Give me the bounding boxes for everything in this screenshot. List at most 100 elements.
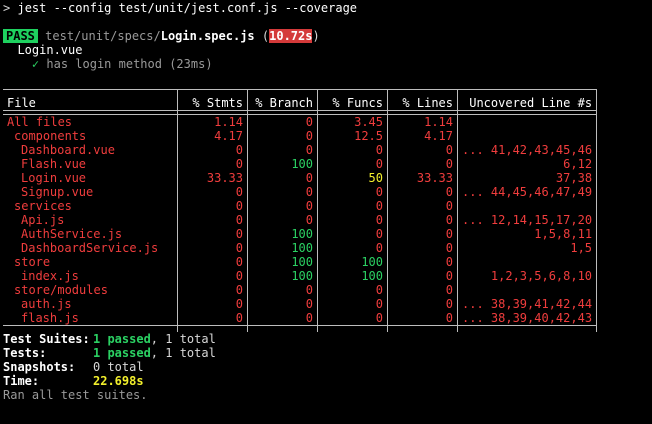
table-row: components 4.17 0 12.5 4.17 [3, 129, 598, 143]
prompt-symbol: > [3, 1, 11, 15]
cell-lines: 0 [387, 297, 458, 311]
suites-passed: 1 passed [93, 332, 151, 346]
cell-branch: 0 [247, 283, 318, 297]
cell-funcs: 0 [317, 311, 388, 326]
cell-uncovered: 6,12 [456, 157, 598, 171]
cell-file: store/modules [14, 283, 108, 297]
cell-stmts: 0 [177, 283, 248, 297]
cell-funcs: 0 [317, 213, 388, 227]
cell-branch: 100 [247, 227, 318, 241]
summary-tests: Tests: 1 passed, 1 total [3, 346, 652, 360]
cell-stmts: 0 [177, 297, 248, 311]
cell-file: auth.js [21, 297, 72, 311]
cell-stmts: 0 [177, 185, 248, 199]
suites-label: Test Suites: [3, 332, 90, 346]
cell-branch: 0 [247, 129, 318, 143]
suite-name: Login.vue [17, 43, 83, 57]
cell-lines: 0 [387, 255, 458, 269]
cell-stmts: 0 [177, 311, 248, 326]
header-funcs: % Funcs [317, 96, 388, 111]
cell-funcs: 3.45 [317, 114, 388, 129]
cell-branch: 0 [247, 114, 318, 129]
cell-funcs: 0 [317, 227, 388, 241]
cell-lines: 0 [387, 157, 458, 171]
table-row: store/modules 0 0 0 0 [3, 283, 598, 297]
cell-file: Dashboard.vue [21, 143, 115, 157]
table-row: Dashboard.vue 0 0 0 0... 41,42,43,45,46 [3, 143, 598, 157]
cell-funcs: 0 [317, 199, 388, 213]
table-row: Flash.vue 0 100 0 0 6,12 [3, 157, 598, 171]
cell-stmts: 0 [177, 227, 248, 241]
cell-lines: 0 [387, 283, 458, 297]
cell-funcs: 0 [317, 185, 388, 199]
cell-uncovered [456, 255, 598, 269]
cell-lines: 0 [387, 241, 458, 255]
cell-uncovered [456, 283, 598, 297]
cell-uncovered: 1,5 [456, 241, 598, 255]
table-row: services 0 0 0 0 [3, 199, 598, 213]
cell-uncovered [456, 129, 598, 143]
header-lines: % Lines [387, 96, 458, 111]
cell-branch: 100 [247, 241, 318, 255]
cell-branch: 100 [247, 269, 318, 283]
table-row: flash.js 0 0 0 0... 38,39,40,42,43 [3, 311, 598, 326]
table-row: Login.vue 33.33 0 50 33.33 37,38 [3, 171, 598, 185]
table-row: store 0 100 100 0 [3, 255, 598, 269]
snapshots-value: 0 total [93, 360, 144, 374]
header-branch: % Branch [247, 96, 318, 111]
cell-funcs: 50 [317, 171, 388, 185]
cell-funcs: 0 [317, 297, 388, 311]
cell-branch: 100 [247, 255, 318, 269]
cell-file: components [14, 129, 87, 143]
cell-lines: 0 [387, 227, 458, 241]
cell-file: services [14, 199, 72, 213]
summary-footer: Ran all test suites. [3, 388, 148, 402]
cell-stmts: 0 [177, 213, 248, 227]
cell-stmts: 1.14 [177, 114, 248, 129]
time-label: Time: [3, 374, 40, 388]
terminal-window[interactable]: > jest --config test/unit/jest.conf.js -… [0, 0, 652, 424]
cell-stmts: 0 [177, 143, 248, 157]
coverage-table: File % Stmts % Branch % Funcs % Lines Un… [3, 89, 598, 332]
cell-funcs: 0 [317, 143, 388, 157]
cell-lines: 4.17 [387, 129, 458, 143]
suite-line: Login.vue [3, 43, 652, 57]
cell-funcs: 0 [317, 157, 388, 171]
cell-uncovered: 1,2,3,5,6,8,10 [456, 269, 598, 283]
cell-lines: 1.14 [387, 114, 458, 129]
table-row: index.js 0 100 100 0 1,2,3,5,6,8,10 [3, 269, 598, 283]
snapshots-label: Snapshots: [3, 360, 76, 374]
cell-uncovered: 1,5,8,11 [456, 227, 598, 241]
summary-block: Test Suites: 1 passed, 1 total Tests: 1 pa… [3, 332, 652, 402]
cell-file: All files [7, 115, 73, 129]
cell-uncovered: 37,38 [456, 171, 598, 185]
cell-branch: 0 [247, 185, 318, 199]
spec-dir: test/unit/specs/ [45, 29, 161, 43]
cell-file: flash.js [21, 311, 79, 325]
tests-total: , 1 total [150, 346, 216, 360]
cell-uncovered [456, 114, 598, 129]
table-row: auth.js 0 0 0 0... 38,39,41,42,44 [3, 297, 598, 311]
summary-time: Time: 22.698s [3, 374, 652, 388]
cell-stmts: 0 [177, 199, 248, 213]
cell-lines: 33.33 [387, 171, 458, 185]
cell-branch: 100 [247, 157, 318, 171]
table-row: DashboardService.js 0 100 0 0 1,5 [3, 241, 598, 255]
cell-branch: 0 [247, 143, 318, 157]
command-line: > jest --config test/unit/jest.conf.js -… [3, 1, 652, 15]
cell-file: Login.vue [21, 171, 87, 185]
cell-stmts: 4.17 [177, 129, 248, 143]
table-header-row: File % Stmts % Branch % Funcs % Lines Un… [3, 96, 598, 111]
spec-file: Login.spec.js [160, 29, 255, 43]
test-line: ✓ has login method (23ms) [3, 57, 652, 71]
table-row: All files 1.14 0 3.45 1.14 [3, 114, 598, 129]
cell-uncovered: ... 38,39,40,42,43 [456, 311, 598, 326]
suites-total: , 1 total [150, 332, 216, 346]
cell-branch: 0 [247, 199, 318, 213]
cell-lines: 0 [387, 185, 458, 199]
cell-branch: 0 [247, 213, 318, 227]
cell-uncovered: ... 38,39,41,42,44 [456, 297, 598, 311]
time-value: 22.698s [93, 374, 144, 388]
cell-file: Api.js [21, 213, 65, 227]
command-text: jest --config test/unit/jest.conf.js --c… [17, 1, 358, 15]
